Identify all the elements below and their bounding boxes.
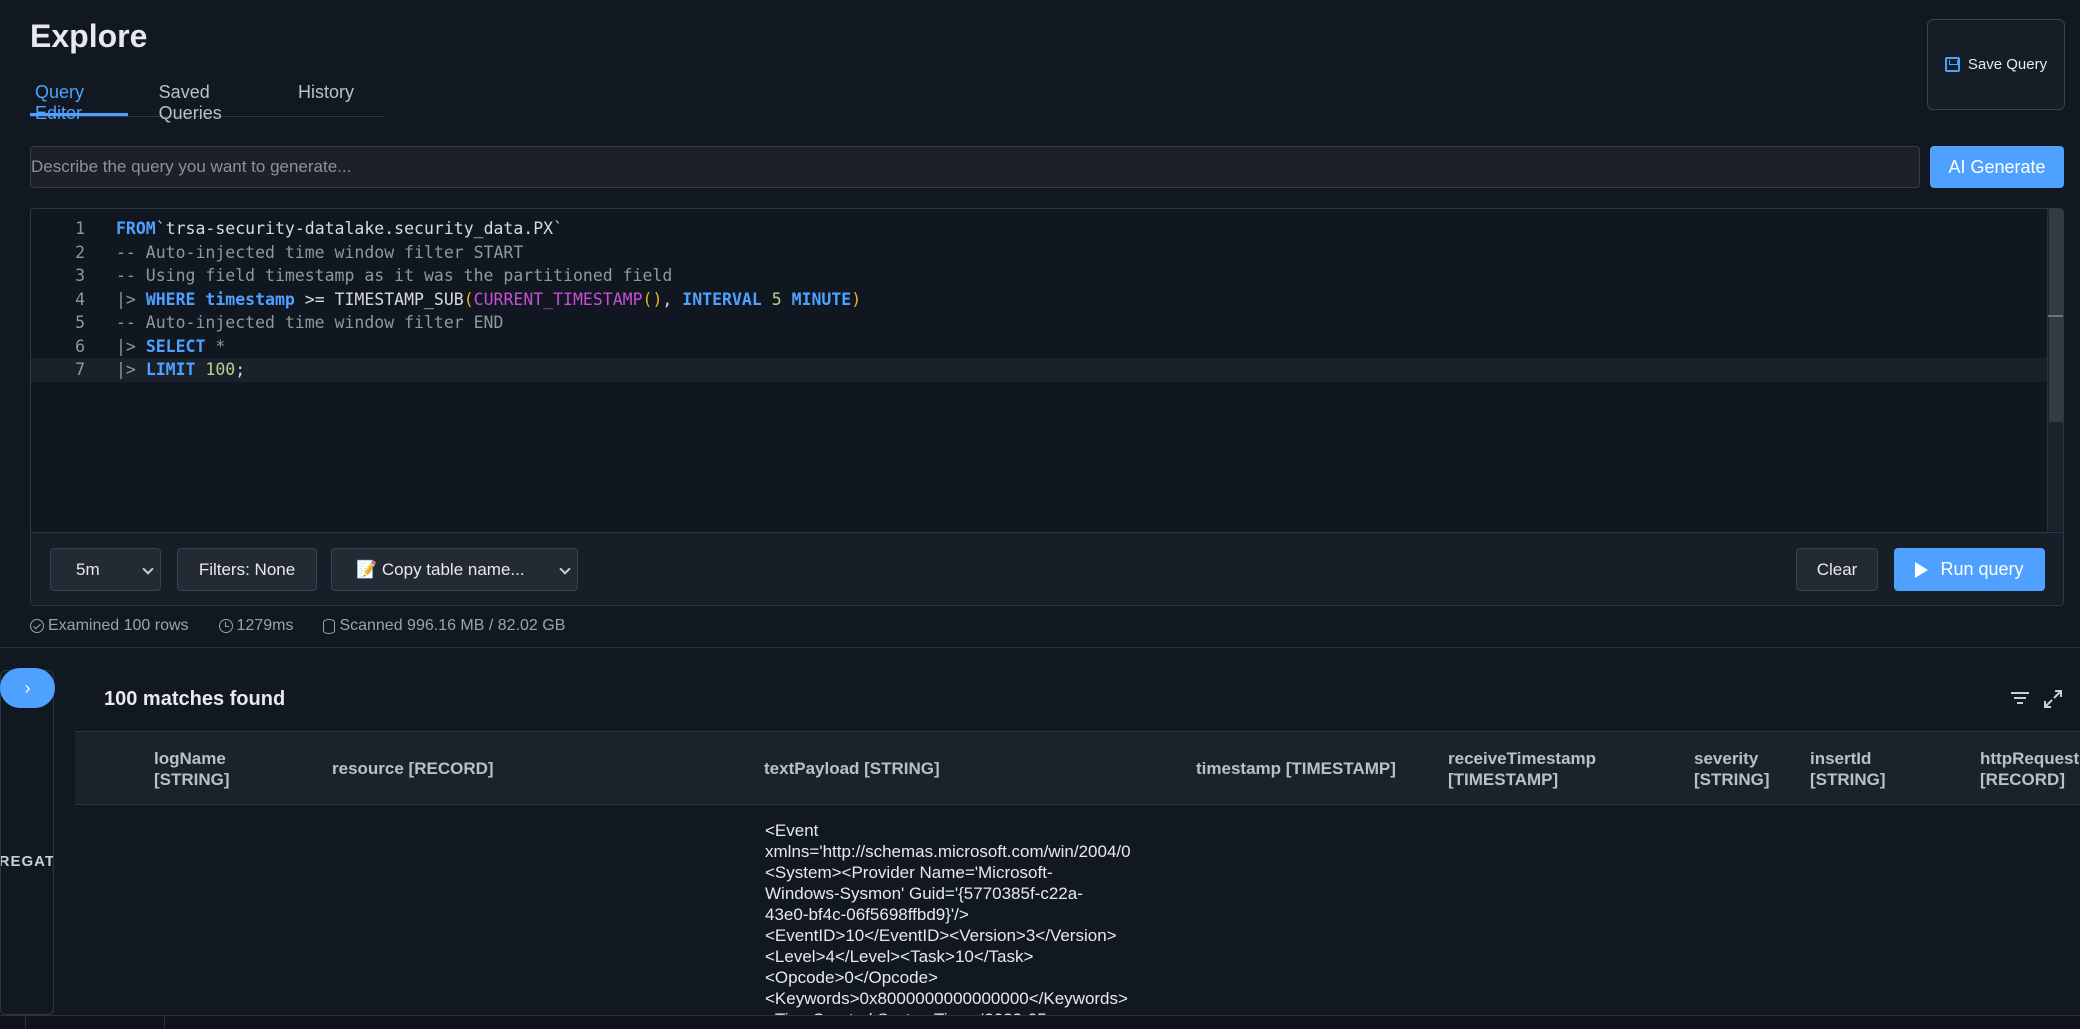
check-circle-icon — [30, 619, 44, 633]
column-header-receivetimestamp[interactable]: receiveTimestamp [TIMESTAMP] — [1448, 748, 1596, 790]
payload-line: 43e0-bf4c-06f5698ffbd9}'/> — [765, 905, 969, 924]
stat-scanned: Scanned 996.16 MB / 82.02 GB — [323, 617, 565, 635]
scrollbar-cursor-marker — [2048, 315, 2063, 317]
code-text: |> WHERE timestamp >= TIMESTAMP_SUB(CURR… — [116, 289, 862, 309]
results-table-header: logName [STRING] resource [RECORD] textPa… — [75, 731, 2080, 805]
stat-time-text: 1279ms — [236, 617, 294, 634]
column-header-textpayload[interactable]: textPayload [STRING] — [764, 758, 940, 779]
table-cell-textpayload[interactable]: <Event xmlns='http://schemas.microsoft.co… — [765, 820, 1185, 1020]
stat-rows: Examined 100 rows — [30, 617, 189, 635]
editor-line[interactable]: 2 -- Auto-injected time window filter STA… — [31, 241, 2047, 265]
bottom-strip — [0, 1015, 2080, 1029]
line-number: 5 — [75, 313, 85, 333]
editor-line[interactable]: 5 -- Auto-injected time window filter END — [31, 311, 2047, 335]
query-toolbar: 5m Filters: None 📝 Copy table name... Cl… — [31, 532, 2063, 605]
payload-line: <Opcode>0</Opcode> — [765, 968, 938, 987]
editor-line[interactable]: 6 |> SELECT * — [31, 335, 2047, 359]
chevron-down-icon — [142, 563, 154, 575]
code-editor[interactable]: 1 FROM`trsa-security-datalake.security_da… — [31, 209, 2047, 531]
tab-saved-queries[interactable]: Saved Queries — [154, 82, 267, 123]
column-header-severity[interactable]: severity [STRING] — [1694, 748, 1770, 790]
line-number: 1 — [75, 219, 85, 239]
payload-line: <System><Provider Name='Microsoft- — [765, 863, 1053, 882]
tab-history[interactable]: History — [293, 82, 359, 116]
time-range-select[interactable]: 5m — [50, 548, 161, 591]
tab-bar: Query Editor Saved Queries History — [30, 82, 385, 123]
section-divider — [0, 647, 2080, 648]
clear-button[interactable]: Clear — [1796, 548, 1878, 591]
stat-rows-text: Examined 100 rows — [48, 617, 189, 634]
editor-scrollbar[interactable] — [2047, 209, 2063, 531]
clock-icon — [218, 619, 233, 633]
expand-icon[interactable] — [2043, 689, 2063, 709]
filter-icon[interactable] — [2011, 690, 2029, 706]
filters-button[interactable]: Filters: None — [177, 548, 317, 591]
save-icon — [1944, 57, 1960, 72]
line-number: 3 — [75, 266, 85, 286]
time-range-value: 5m — [76, 559, 100, 579]
line-number: 6 — [75, 336, 85, 356]
stat-scanned-text: Scanned 996.16 MB / 82.02 GB — [339, 617, 566, 634]
line-number: 7 — [75, 360, 85, 380]
payload-line: <EventID>10</EventID><Version>3</Version… — [765, 926, 1117, 945]
run-query-button[interactable]: Run query — [1894, 548, 2045, 591]
code-text: -- Using field timestamp as it was the p… — [116, 266, 673, 286]
code-text: |> SELECT * — [116, 336, 226, 356]
column-header-httprequest[interactable]: httpRequest [RECORD] — [1980, 748, 2079, 790]
tab-query-editor[interactable]: Query Editor — [30, 82, 128, 123]
expand-panel-button[interactable]: › — [0, 668, 55, 708]
code-text: |> LIMIT 100; — [116, 360, 246, 380]
results-count: 100 matches found — [104, 688, 286, 710]
save-query-label: Save Query — [1967, 56, 2048, 73]
code-text: -- Auto-injected time window filter STAR… — [116, 242, 524, 262]
run-query-label: Run query — [1940, 559, 2024, 579]
page-title: Explore — [30, 18, 148, 54]
editor-line[interactable]: 7 |> LIMIT 100; — [31, 358, 2047, 382]
column-header-logname[interactable]: logName [STRING] — [154, 748, 230, 790]
column-header-insertid[interactable]: insertId [STRING] — [1810, 748, 1886, 790]
payload-line: xmlns='http://schemas.microsoft.com/win/… — [765, 842, 1131, 861]
payload-line: Windows-Sysmon' Guid='{5770385f-c22a- — [765, 884, 1083, 903]
play-icon — [1915, 561, 1929, 578]
ai-prompt-input[interactable] — [30, 146, 1920, 188]
payload-line: <Level>4</Level><Task>10</Task> — [765, 947, 1034, 966]
editor-line[interactable]: 3 -- Using field timestamp as it was the … — [31, 264, 2047, 288]
side-panel-label: REGAT — [1, 853, 54, 870]
editor-line[interactable]: 4 |> WHERE timestamp >= TIMESTAMP_SUB(CUR… — [31, 288, 2047, 312]
column-header-resource[interactable]: resource [RECORD] — [332, 758, 494, 779]
save-query-button[interactable]: Save Query — [1927, 19, 2065, 110]
ai-generate-button[interactable]: AI Generate — [1930, 146, 2064, 188]
copy-table-name-value: 📝 Copy table name... — [356, 559, 525, 579]
line-number: 2 — [75, 242, 85, 262]
bottom-separator — [25, 1015, 165, 1029]
editor-line[interactable]: 1 FROM`trsa-security-datalake.security_da… — [31, 217, 2047, 241]
chevron-down-icon — [559, 563, 571, 575]
line-number: 4 — [75, 289, 85, 309]
copy-table-name-select[interactable]: 📝 Copy table name... — [331, 548, 578, 591]
code-text: -- Auto-injected time window filter END — [116, 313, 504, 333]
payload-line: <Keywords>0x8000000000000000</Keywords> — [765, 989, 1128, 1008]
code-text: FROM`trsa-security-datalake.security_dat… — [116, 219, 564, 239]
column-header-timestamp[interactable]: timestamp [TIMESTAMP] — [1196, 758, 1396, 779]
query-editor-panel: 1 FROM`trsa-security-datalake.security_da… — [30, 208, 2064, 606]
payload-line: <Event — [765, 821, 819, 840]
database-icon — [323, 618, 336, 634]
stat-time: 1279ms — [218, 617, 294, 635]
query-stats: Examined 100 rows 1279ms Scanned 996.16 … — [30, 617, 565, 635]
aggregations-side-panel[interactable]: REGAT — [0, 670, 54, 1015]
